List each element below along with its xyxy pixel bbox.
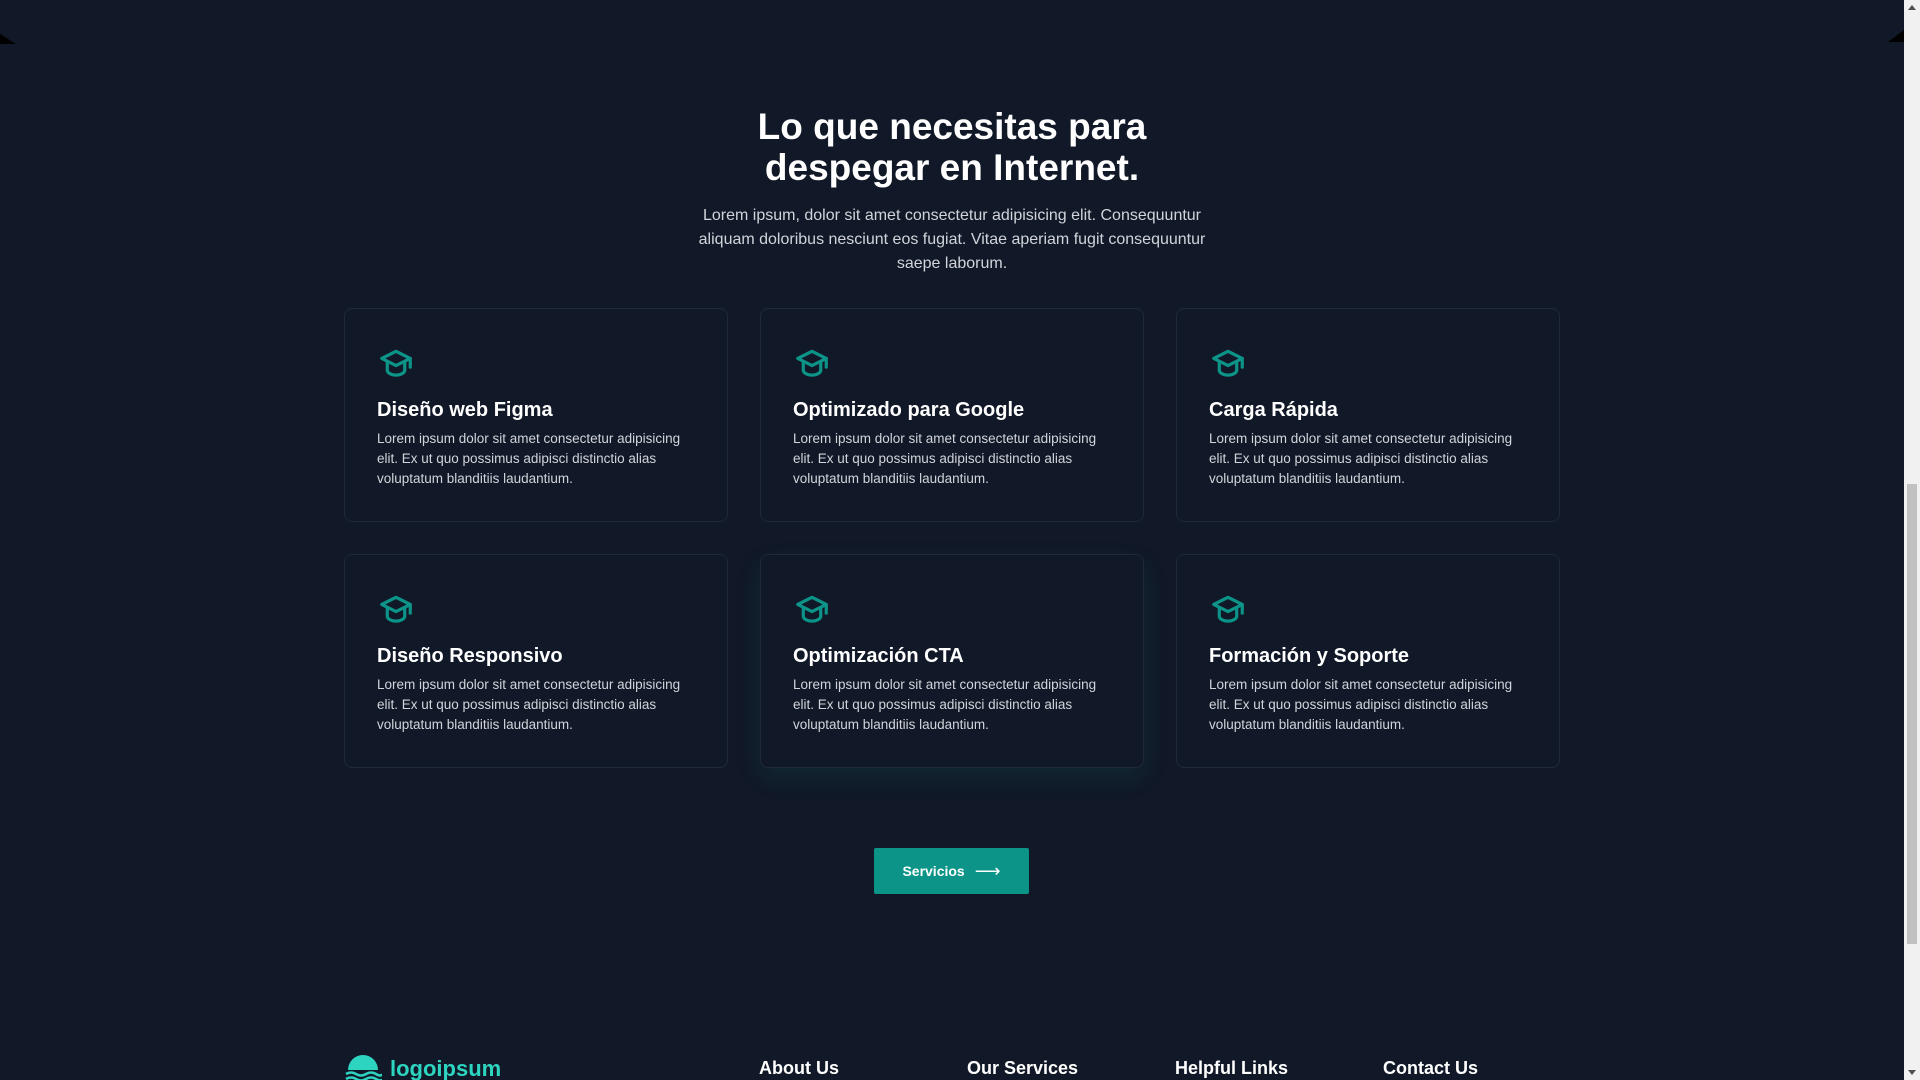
footer-heading-contact-us: Contact Us [1383,1058,1479,1078]
feature-title: Optimización CTA [793,645,964,667]
arrow-right-icon: ⟶ [974,861,1001,881]
servicios-button-label: Servicios [902,863,965,879]
feature-title: Diseño Responsivo [377,645,563,667]
graduation-cap-icon [380,595,412,623]
scrollbar-thumb[interactable] [1907,484,1917,944]
graduation-cap-icon [796,595,828,623]
corner-decoration-right [1888,30,1904,42]
graduation-cap-icon [1212,595,1244,623]
feature-title: Carga Rápida [1209,399,1338,421]
corner-decoration-left [0,34,16,44]
feature-title: Optimizado para Google [793,399,1025,421]
footer-logo-text: logoipsum [390,1056,502,1080]
graduation-cap-icon [1212,349,1244,377]
wave-logo-icon [345,1055,382,1080]
feature-description: Lorem ipsum dolor sit amet consectetur a… [1209,431,1513,486]
feature-card: Optimización CTA Lorem ipsum dolor sit a… [760,554,1144,768]
feature-description: Lorem ipsum dolor sit amet consectetur a… [377,677,681,732]
feature-card: Optimizado para Google Lorem ipsum dolor… [760,308,1144,522]
section-title: Lo que necesitas para despegar en Intern… [757,106,1147,188]
scroll-down-arrow-icon[interactable] [1908,1070,1916,1075]
feature-card: Diseño Responsivo Lorem ipsum dolor sit … [344,554,728,768]
feature-description: Lorem ipsum dolor sit amet consectetur a… [793,677,1097,732]
hero-section: Lo que necesitas para despegar en Intern… [0,106,1904,276]
feature-card: Formación y Soporte Lorem ipsum dolor si… [1176,554,1560,768]
feature-description: Lorem ipsum dolor sit amet consectetur a… [377,431,681,486]
page: Lo que necesitas para despegar en Intern… [0,0,1904,1080]
vertical-scrollbar[interactable] [1904,0,1920,1080]
feature-description: Lorem ipsum dolor sit amet consectetur a… [1209,677,1513,732]
footer-heading-our-services: Our Services [967,1058,1079,1078]
feature-description: Lorem ipsum dolor sit amet consectetur a… [793,431,1097,486]
feature-card: Carga Rápida Lorem ipsum dolor sit amet … [1176,308,1560,522]
feature-title: Diseño web Figma [377,399,553,421]
feature-card: Diseño web Figma Lorem ipsum dolor sit a… [344,308,728,522]
section-description: Lorem ipsum, dolor sit amet consectetur … [698,207,1206,272]
scroll-up-arrow-icon[interactable] [1908,5,1916,10]
feature-title: Formación y Soporte [1209,645,1410,667]
footer-logo[interactable]: logoipsum [344,1054,501,1080]
footer-heading-about-us: About Us [759,1058,839,1078]
features-grid: Diseño web Figma Lorem ipsum dolor sit a… [344,308,1560,768]
graduation-cap-icon [796,349,828,377]
footer-heading-helpful-links: Helpful Links [1175,1058,1289,1078]
graduation-cap-icon [380,349,412,377]
servicios-button[interactable]: Servicios ⟶ [874,848,1029,894]
